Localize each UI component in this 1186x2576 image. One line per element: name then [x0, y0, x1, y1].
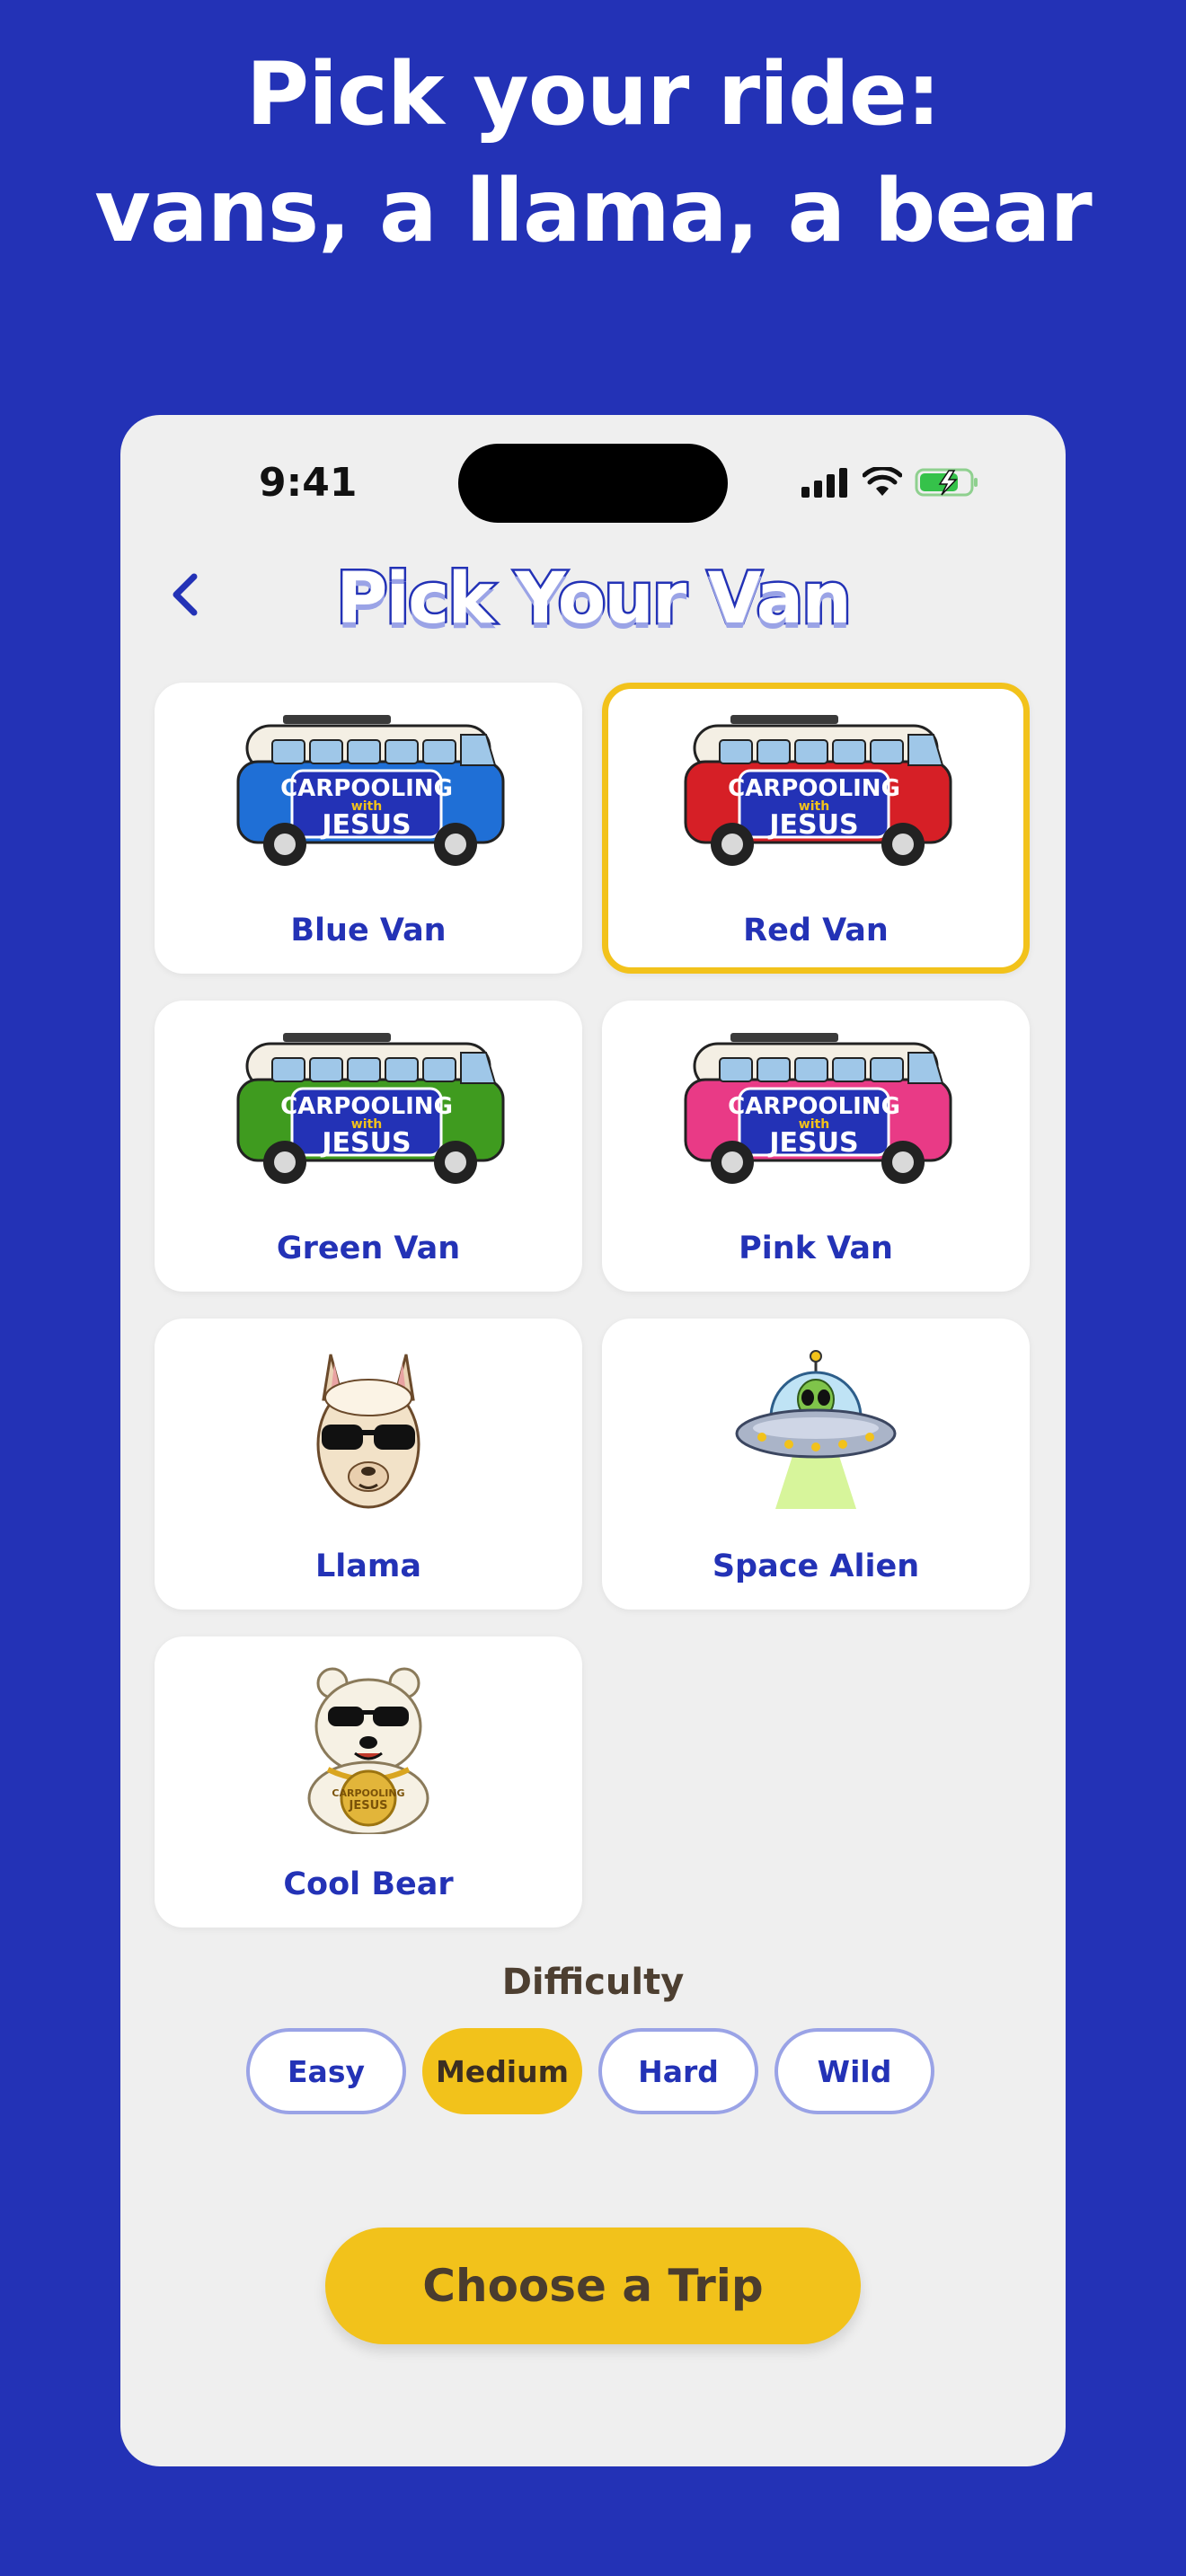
- screen-title: Pick Your Van: [334, 557, 854, 642]
- vehicle-label: Cool Bear: [283, 1866, 454, 1902]
- difficulty-option-hard[interactable]: Hard: [598, 2028, 758, 2114]
- wifi-icon: [863, 467, 902, 496]
- vehicle-card-red-van[interactable]: CARPOOLING with JESUS Red Van: [602, 683, 1030, 974]
- red-van-icon: CARPOOLING with JESUS: [684, 715, 952, 866]
- llama-icon: [316, 1354, 420, 1509]
- difficulty-selector: Easy Medium Hard Wild: [246, 2028, 934, 2114]
- difficulty-option-easy[interactable]: Easy: [246, 2028, 406, 2114]
- dynamic-island: [458, 444, 728, 523]
- van-badge-line-1: CARPOOLING: [728, 1093, 900, 1120]
- van-badge-line-3: JESUS: [320, 809, 411, 841]
- difficulty-option-wild[interactable]: Wild: [774, 2028, 934, 2114]
- van-badge-line-3: JESUS: [767, 809, 858, 841]
- van-badge-line-3: JESUS: [320, 1127, 411, 1159]
- vehicle-label: Pink Van: [739, 1231, 893, 1266]
- pink-van-icon: CARPOOLING with JESUS: [684, 1033, 952, 1184]
- vehicle-label: Space Alien: [712, 1548, 920, 1584]
- difficulty-option-medium[interactable]: Medium: [422, 2028, 582, 2114]
- vehicle-label: Green Van: [276, 1231, 461, 1266]
- bear-medallion-line-2: JESUS: [349, 1799, 388, 1813]
- van-badge-line-1: CARPOOLING: [728, 775, 900, 802]
- status-icons: [800, 467, 979, 498]
- battery-charging-icon: [915, 468, 978, 497]
- headline-line-2: vans, a llama, a bear: [94, 161, 1092, 261]
- headline: Pick your ride: vans, a llama, a bear: [0, 36, 1186, 269]
- blue-van-icon: CARPOOLING with JESUS: [236, 715, 505, 866]
- van-badge-line-1: CARPOOLING: [280, 1093, 453, 1120]
- phone-screen: 9:41 Pick Your Van CARPOOLING with JESUS…: [120, 415, 1066, 2466]
- vehicle-card-cool-bear[interactable]: CARPOOLING JESUS Cool Bear: [155, 1636, 582, 1928]
- vehicle-card-llama[interactable]: Llama: [155, 1319, 582, 1610]
- vehicle-label: Red Van: [743, 913, 889, 948]
- van-badge-line-1: CARPOOLING: [280, 775, 453, 802]
- vehicle-card-pink-van[interactable]: CARPOOLING with JESUS Pink Van: [602, 1001, 1030, 1292]
- van-badge-line-3: JESUS: [767, 1127, 858, 1159]
- vehicle-card-space-alien[interactable]: Space Alien: [602, 1319, 1030, 1610]
- difficulty-title: Difficulty: [501, 1962, 685, 2003]
- alien-ufo-icon: [735, 1350, 897, 1509]
- green-van-icon: CARPOOLING with JESUS: [236, 1033, 505, 1184]
- status-time: 9:41: [259, 460, 358, 506]
- choose-trip-button[interactable]: Choose a Trip: [325, 2228, 861, 2344]
- bear-medallion-line-1: CARPOOLING: [332, 1787, 404, 1799]
- vehicle-grid: CARPOOLING with JESUS Blue Van CARPOOLIN…: [155, 683, 1031, 1928]
- vehicle-card-blue-van[interactable]: CARPOOLING with JESUS Blue Van: [155, 683, 582, 974]
- vehicle-label: Blue Van: [290, 913, 447, 948]
- polar-bear-icon: CARPOOLING JESUS: [307, 1667, 429, 1834]
- headline-line-1: Pick your ride:: [245, 44, 942, 145]
- vehicle-card-green-van[interactable]: CARPOOLING with JESUS Green Van: [155, 1001, 582, 1292]
- vehicle-label: Llama: [314, 1548, 421, 1584]
- signal-icon: [801, 468, 847, 498]
